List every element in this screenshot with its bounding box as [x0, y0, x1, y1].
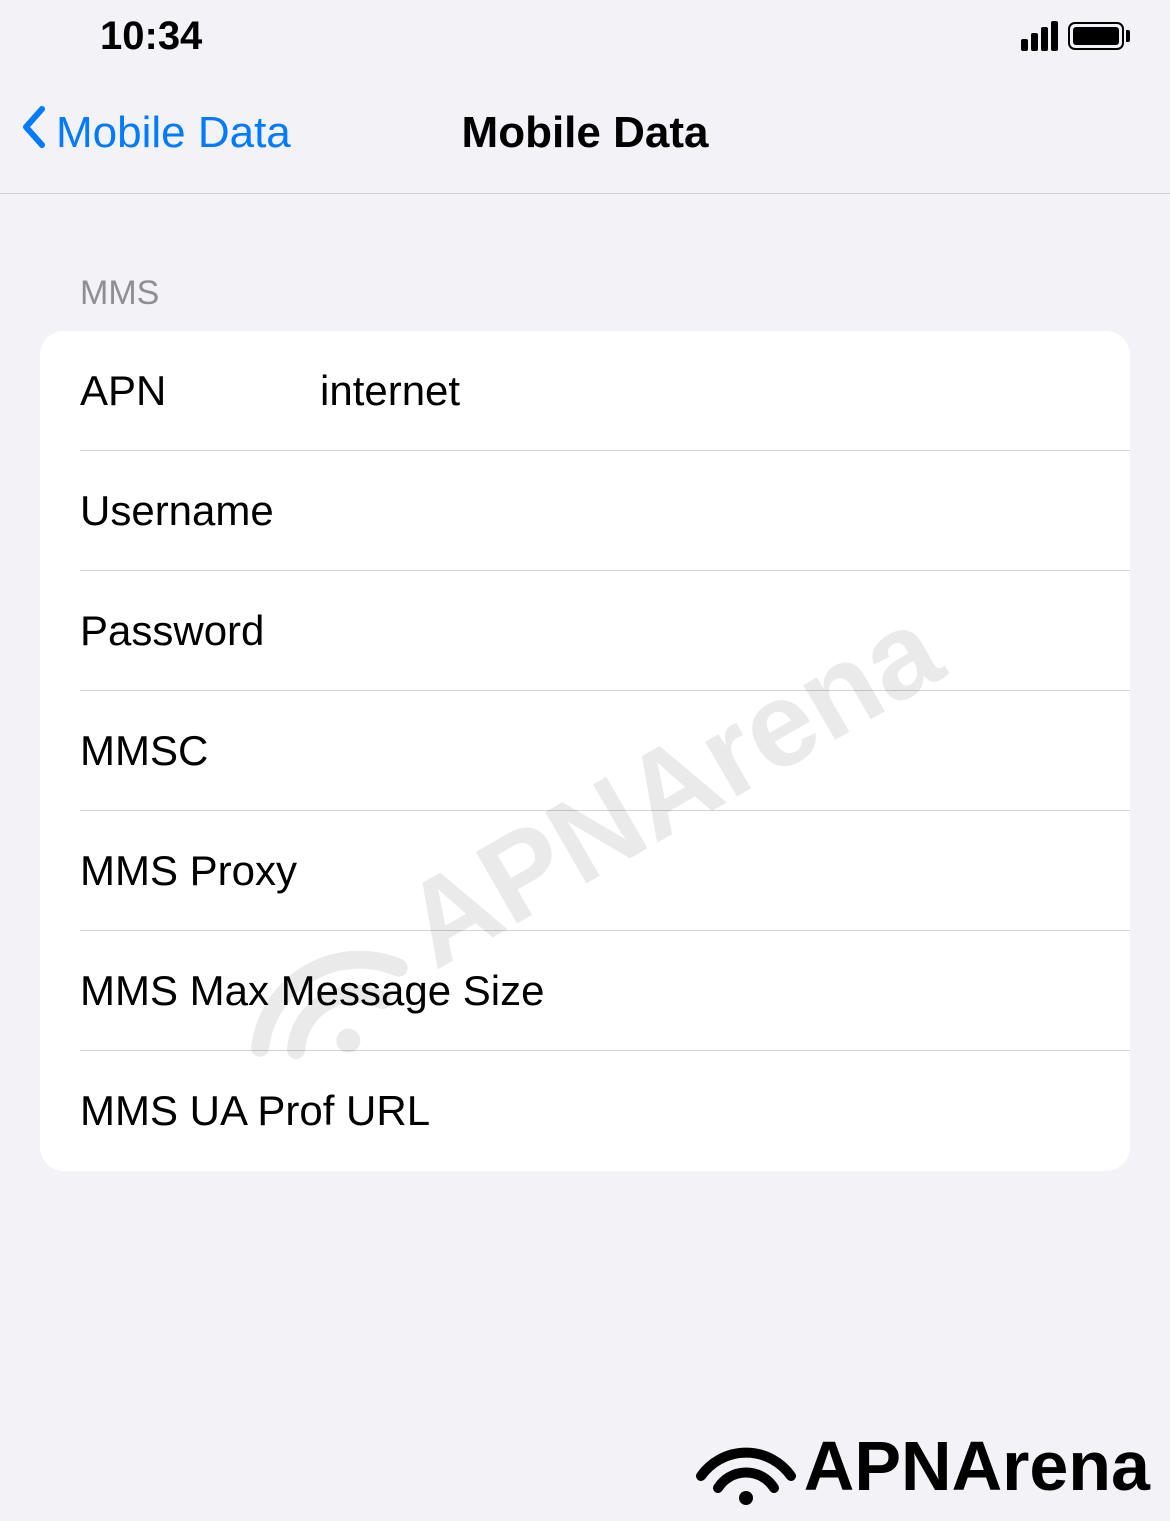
content: MMS APN Username Password MMSC MMS Proxy… — [0, 194, 1170, 1171]
label-mms-proxy: MMS Proxy — [80, 847, 320, 895]
label-username: Username — [80, 487, 320, 535]
status-time: 10:34 — [100, 14, 202, 59]
input-username[interactable] — [320, 487, 1130, 535]
row-password[interactable]: Password — [40, 571, 1130, 691]
label-apn: APN — [80, 367, 320, 415]
signal-icon — [1021, 21, 1058, 51]
row-username[interactable]: Username — [40, 451, 1130, 571]
label-password: Password — [80, 607, 320, 655]
footer-logo: APNArena — [696, 1426, 1150, 1506]
back-button[interactable]: Mobile Data — [0, 105, 291, 160]
row-mmsc[interactable]: MMSC — [40, 691, 1130, 811]
settings-group-mms: APN Username Password MMSC MMS Proxy MMS… — [40, 331, 1130, 1171]
input-mms-max-size[interactable] — [544, 967, 1130, 1015]
footer-text: APNArena — [804, 1426, 1150, 1506]
input-mms-ua-prof[interactable] — [430, 1087, 1130, 1135]
wifi-icon — [696, 1426, 796, 1506]
status-indicators — [1021, 21, 1130, 51]
section-header-mms: MMS — [40, 274, 1130, 331]
label-mmsc: MMSC — [80, 727, 320, 775]
chevron-left-icon — [20, 105, 48, 160]
back-label: Mobile Data — [56, 108, 291, 158]
label-mms-max-size: MMS Max Message Size — [80, 967, 544, 1015]
row-mms-ua-prof[interactable]: MMS UA Prof URL — [40, 1051, 1130, 1171]
nav-bar: Mobile Data Mobile Data — [0, 72, 1170, 194]
input-mmsc[interactable] — [320, 727, 1130, 775]
page-title: Mobile Data — [462, 108, 709, 158]
status-bar: 10:34 — [0, 0, 1170, 72]
row-mms-proxy[interactable]: MMS Proxy — [40, 811, 1130, 931]
row-mms-max-size[interactable]: MMS Max Message Size — [40, 931, 1130, 1051]
row-apn[interactable]: APN — [40, 331, 1130, 451]
battery-icon — [1068, 22, 1130, 50]
input-apn[interactable] — [320, 367, 1130, 415]
label-mms-ua-prof: MMS UA Prof URL — [80, 1087, 430, 1135]
input-password[interactable] — [320, 607, 1130, 655]
input-mms-proxy[interactable] — [320, 847, 1130, 895]
